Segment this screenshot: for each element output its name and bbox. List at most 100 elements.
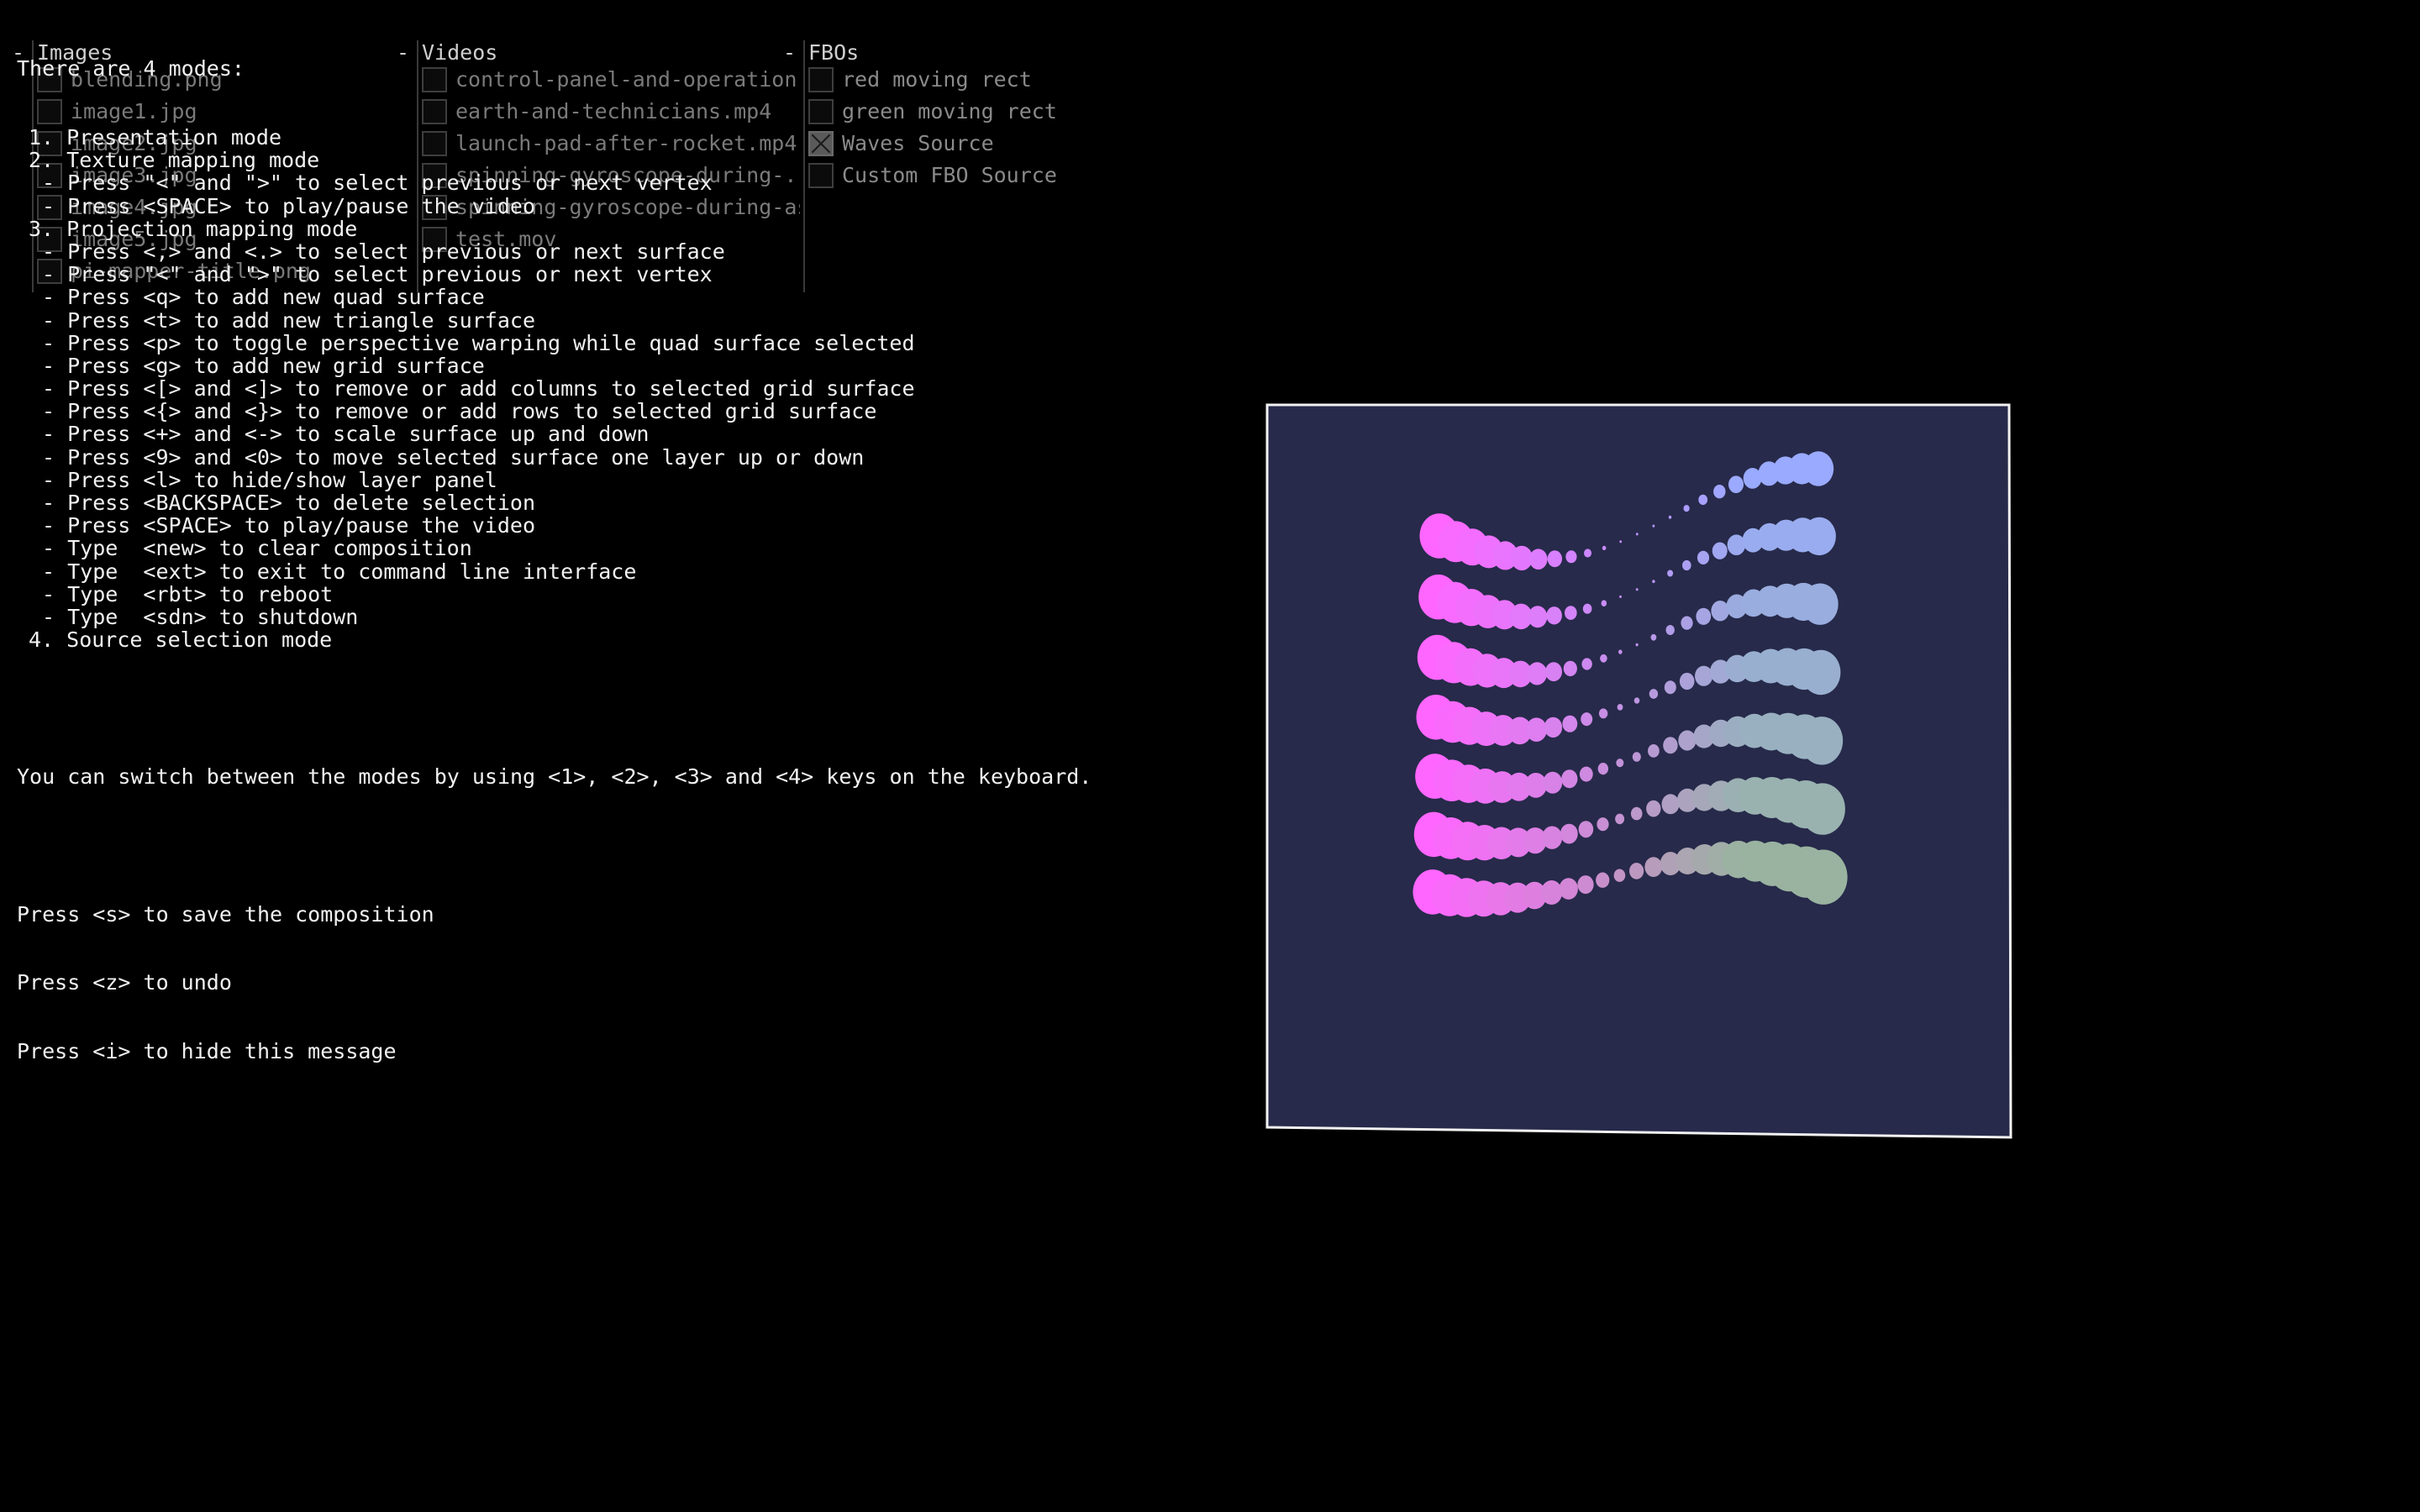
wave-dot bbox=[1696, 607, 1712, 625]
wave-dot bbox=[1683, 505, 1690, 512]
wave-dot bbox=[1546, 606, 1562, 625]
help-mode-item: - Press <[> and <]> to remove or add col… bbox=[42, 376, 915, 402]
wave-dot bbox=[1663, 737, 1678, 754]
wave-dot bbox=[1581, 712, 1593, 727]
wave-dot bbox=[1545, 662, 1562, 682]
help-mode-title: 2. Texture mapping mode bbox=[29, 148, 320, 173]
help-mode-title: 4. Source selection mode bbox=[29, 627, 333, 653]
wave-dot bbox=[1649, 689, 1659, 699]
help-mode-item: - Press <t> to add new triangle surface bbox=[42, 307, 535, 333]
wave-dot bbox=[1582, 603, 1592, 614]
wave-dot bbox=[1630, 806, 1643, 821]
wave-dot bbox=[1560, 823, 1578, 844]
wave-dot bbox=[1559, 878, 1578, 900]
help-mode-item: - Type <sdn> to shutdown bbox=[42, 604, 359, 629]
wave-dot bbox=[1665, 625, 1675, 635]
wave-dot bbox=[1681, 616, 1693, 630]
wave-dot bbox=[1650, 633, 1657, 641]
help-modes: 1. Presentation mode 2. Texture mapping m… bbox=[17, 125, 1092, 653]
wave-dot bbox=[1635, 643, 1639, 647]
wave-dot bbox=[1565, 550, 1577, 564]
wave-dot bbox=[1632, 752, 1641, 762]
help-mode-item: - Press <BACKSPACE> to delete selection bbox=[42, 491, 535, 515]
wave-dot bbox=[1544, 717, 1563, 738]
wave-dot bbox=[1634, 697, 1640, 704]
help-mode-item: - Press "<" and ">" to select previous o… bbox=[42, 171, 713, 196]
help-mode-item: - Press <SPACE> to play/pause the video bbox=[42, 193, 535, 218]
wave-dot bbox=[1615, 813, 1625, 825]
wave-dot bbox=[1728, 475, 1744, 493]
help-mode-item: - Press "<" and ">" to select previous o… bbox=[42, 262, 713, 287]
help-spacer bbox=[17, 834, 1092, 857]
help-mode-item: - Press <SPACE> to play/pause the video bbox=[42, 513, 535, 538]
wave-dot bbox=[1801, 649, 1841, 696]
help-mode-item: - Press <p> to toggle perspective warpin… bbox=[42, 330, 915, 355]
wave-dot bbox=[1561, 769, 1578, 789]
wave-dot bbox=[1616, 759, 1624, 768]
wave-dot bbox=[1542, 826, 1563, 849]
wave-dot bbox=[1597, 763, 1608, 775]
help-mode-item: - Press <,> and <.> to select previous o… bbox=[42, 239, 725, 264]
wave-dot bbox=[1619, 540, 1623, 543]
wave-dot bbox=[1543, 771, 1563, 794]
quad-surface[interactable] bbox=[1265, 403, 2012, 1139]
wave-dot bbox=[1799, 849, 1848, 905]
wave-dot bbox=[1679, 672, 1695, 690]
wave-dot bbox=[1562, 715, 1578, 732]
help-mode-item: - Press <g> to add new grid surface bbox=[42, 353, 485, 378]
help-mode-item: - Press <{> and <}> to remove or add row… bbox=[42, 399, 877, 424]
surface-quad[interactable] bbox=[1265, 403, 2012, 1139]
help-mode-item: - Press <l> to hide/show layer panel bbox=[42, 467, 497, 492]
wave-dot bbox=[1619, 595, 1622, 598]
wave-dot bbox=[1584, 549, 1591, 558]
wave-dot bbox=[1712, 542, 1728, 559]
wave-dot bbox=[1602, 545, 1607, 551]
wave-dot bbox=[1698, 494, 1708, 506]
wave-dot bbox=[1577, 875, 1594, 895]
wave-dot bbox=[1667, 570, 1674, 577]
wave-dot bbox=[1598, 708, 1608, 719]
wave-dot bbox=[1527, 662, 1548, 685]
wave-dot bbox=[1652, 580, 1655, 584]
wave-dot bbox=[1618, 649, 1623, 654]
help-mode-item: - Press <9> and <0> to move selected sur… bbox=[42, 444, 865, 470]
help-undo-line: Press <z> to undo bbox=[17, 970, 232, 995]
wave-dot bbox=[1713, 485, 1726, 499]
wave-dot bbox=[1644, 857, 1663, 877]
wave-dot bbox=[1579, 766, 1593, 782]
wave-dot bbox=[1600, 654, 1607, 663]
wave-dot bbox=[1578, 821, 1594, 838]
wave-dot bbox=[1664, 680, 1676, 695]
help-intro: There are 4 modes: bbox=[17, 56, 245, 81]
wave-dot bbox=[1563, 660, 1577, 677]
wave-dot bbox=[1802, 451, 1834, 486]
waves-source-render bbox=[1265, 403, 2012, 1139]
wave-dot bbox=[1800, 717, 1844, 765]
help-switch-line: You can switch between the modes by usin… bbox=[17, 764, 1092, 790]
wave-dot bbox=[1617, 704, 1623, 711]
help-hide-line: Press <i> to hide this message bbox=[17, 1038, 397, 1063]
wave-dot bbox=[1565, 606, 1577, 620]
help-mode-item: - Press <q> to add new quad surface bbox=[42, 285, 485, 310]
wave-dot bbox=[1540, 880, 1563, 905]
wave-dot bbox=[1678, 730, 1697, 751]
help-mode-item: - Type <rbt> to reboot bbox=[42, 581, 334, 606]
wave-dot bbox=[1635, 533, 1639, 536]
help-save-line: Press <s> to save the composition bbox=[17, 901, 434, 927]
wave-dot bbox=[1526, 717, 1547, 742]
wave-dot bbox=[1800, 783, 1845, 835]
help-mode-title: 1. Presentation mode bbox=[29, 125, 282, 150]
wave-dot bbox=[1646, 800, 1661, 817]
wave-dot bbox=[1711, 601, 1729, 622]
help-message: There are 4 modes: 1. Presentation mode 2… bbox=[17, 12, 1092, 1085]
wave-dot bbox=[1668, 515, 1672, 519]
wave-dot bbox=[1648, 744, 1660, 758]
wave-dot bbox=[1802, 517, 1836, 556]
wave-dot bbox=[1635, 588, 1639, 591]
help-spacer bbox=[17, 697, 1092, 720]
wave-dot bbox=[1547, 550, 1562, 568]
wave-dot bbox=[1581, 658, 1592, 670]
wave-dot bbox=[1597, 817, 1609, 832]
wave-dot bbox=[1528, 549, 1548, 570]
wave-dot bbox=[1652, 524, 1655, 528]
